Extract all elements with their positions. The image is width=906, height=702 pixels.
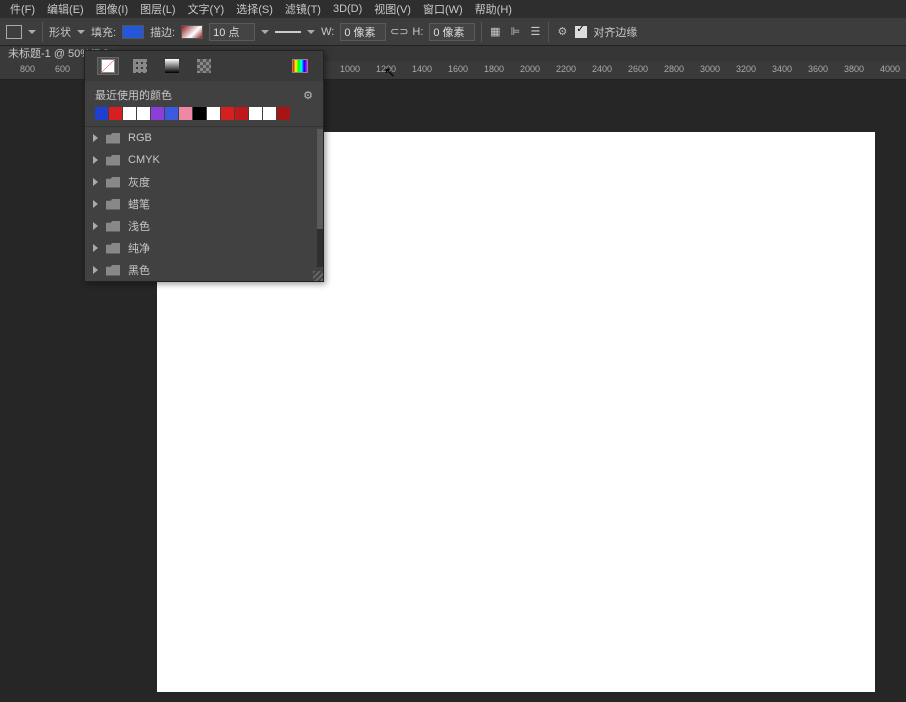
- chevron-right-icon: [93, 244, 98, 252]
- shape-tool-preset[interactable]: [6, 25, 36, 39]
- stroke-swatch[interactable]: [181, 25, 203, 39]
- fill-swatch[interactable]: [122, 25, 144, 39]
- color-swatch[interactable]: [193, 107, 206, 120]
- color-swatch[interactable]: [165, 107, 178, 120]
- chevron-right-icon: [93, 266, 98, 274]
- height-input[interactable]: [429, 23, 475, 41]
- panel-resize-icon[interactable]: [313, 271, 323, 281]
- align-icon[interactable]: ⊫: [508, 25, 522, 39]
- menu-select[interactable]: 选择(S): [230, 0, 279, 19]
- scrollbar[interactable]: [317, 129, 323, 267]
- width-input[interactable]: [340, 23, 386, 41]
- folder-row[interactable]: 纯净: [85, 237, 323, 259]
- tab-pattern-icon[interactable]: [193, 57, 215, 75]
- stroke-style-dropdown[interactable]: [275, 30, 315, 34]
- menu-window[interactable]: 窗口(W): [417, 0, 469, 19]
- folder-icon: [106, 133, 120, 144]
- folder-row[interactable]: CMYK: [85, 149, 323, 171]
- align-edges-checkbox[interactable]: [575, 26, 587, 38]
- color-swatch[interactable]: [179, 107, 192, 120]
- folder-row[interactable]: 蜡笔: [85, 193, 323, 215]
- link-wh-icon[interactable]: ⊂⊃: [392, 25, 406, 39]
- gear-icon[interactable]: [555, 25, 569, 39]
- panel-options-icon[interactable]: [303, 89, 313, 102]
- panel-tabs: [85, 51, 323, 81]
- options-bar: 形状 填充: 描边: W: ⊂⊃ H: ▦ ⊫ ☰ 对齐边缘: [0, 18, 906, 46]
- arrange-icon[interactable]: ☰: [528, 25, 542, 39]
- folder-icon: [106, 221, 120, 232]
- color-swatch[interactable]: [249, 107, 262, 120]
- color-swatch[interactable]: [137, 107, 150, 120]
- folder-label: 蜡笔: [128, 196, 150, 212]
- color-swatch[interactable]: [277, 107, 290, 120]
- menu-view[interactable]: 视图(V): [368, 0, 417, 19]
- color-swatch[interactable]: [235, 107, 248, 120]
- align-edges-label: 对齐边缘: [593, 24, 637, 40]
- folder-label: 浅色: [128, 218, 150, 234]
- folder-label: RGB: [128, 132, 152, 144]
- folder-icon: [106, 199, 120, 210]
- color-swatch[interactable]: [95, 107, 108, 120]
- scrollbar-thumb[interactable]: [317, 129, 323, 229]
- menu-filter[interactable]: 滤镜(T): [279, 0, 327, 19]
- chevron-right-icon: [93, 134, 98, 142]
- tab-solid-icon[interactable]: [97, 57, 119, 75]
- menu-image[interactable]: 图像(I): [90, 0, 134, 19]
- color-swatch[interactable]: [109, 107, 122, 120]
- folder-label: CMYK: [128, 154, 160, 166]
- color-swatch[interactable]: [207, 107, 220, 120]
- recent-colors-row: [95, 107, 313, 120]
- chevron-right-icon: [93, 222, 98, 230]
- fill-label: 填充:: [91, 24, 116, 40]
- folder-list: RGB CMYK 灰度蜡笔浅色纯净黑色: [85, 127, 323, 281]
- menu-layer[interactable]: 图层(L): [134, 0, 181, 19]
- menu-file[interactable]: 件(F): [4, 0, 41, 19]
- folder-row[interactable]: 黑色: [85, 259, 323, 281]
- folder-icon: [106, 243, 120, 254]
- folder-icon: [106, 177, 120, 188]
- workspace: 800 600 1000 1200 1400 1600 1800 2000 22…: [0, 62, 906, 702]
- folder-label: 灰度: [128, 174, 150, 190]
- color-picker-icon[interactable]: [289, 57, 311, 75]
- recent-colors-section: 最近使用的颜色: [85, 81, 323, 127]
- color-swatches-panel: 最近使用的颜色 RGB CMYK 灰度蜡笔浅色纯净黑色: [84, 50, 324, 282]
- folder-row[interactable]: RGB: [85, 127, 323, 149]
- folder-row[interactable]: 灰度: [85, 171, 323, 193]
- stroke-width-input[interactable]: [209, 23, 255, 41]
- stroke-label: 描边:: [150, 24, 175, 40]
- color-swatch[interactable]: [151, 107, 164, 120]
- menu-3d[interactable]: 3D(D): [327, 1, 368, 17]
- chevron-right-icon: [93, 200, 98, 208]
- shape-mode-label: 形状: [49, 24, 71, 40]
- folder-label: 黑色: [128, 262, 150, 278]
- menu-bar: 件(F) 编辑(E) 图像(I) 图层(L) 文字(Y) 选择(S) 滤镜(T)…: [0, 0, 906, 18]
- tab-gradient-icon[interactable]: [161, 57, 183, 75]
- chevron-right-icon: [93, 178, 98, 186]
- menu-edit[interactable]: 编辑(E): [41, 0, 90, 19]
- height-label: H:: [412, 26, 423, 38]
- menu-help[interactable]: 帮助(H): [469, 0, 518, 19]
- color-swatch[interactable]: [123, 107, 136, 120]
- folder-row[interactable]: 浅色: [85, 215, 323, 237]
- folder-icon: [106, 265, 120, 276]
- menu-type[interactable]: 文字(Y): [182, 0, 231, 19]
- folder-icon: [106, 155, 120, 166]
- chevron-right-icon: [93, 156, 98, 164]
- path-ops-icon[interactable]: ▦: [488, 25, 502, 39]
- folder-label: 纯净: [128, 240, 150, 256]
- width-label: W:: [321, 26, 334, 38]
- color-swatch[interactable]: [263, 107, 276, 120]
- shape-mode-dropdown[interactable]: 形状: [49, 24, 85, 40]
- recent-colors-label: 最近使用的颜色: [95, 87, 172, 103]
- tab-grid-icon[interactable]: [129, 57, 151, 75]
- color-swatch[interactable]: [221, 107, 234, 120]
- stroke-width-dropdown[interactable]: [209, 23, 269, 41]
